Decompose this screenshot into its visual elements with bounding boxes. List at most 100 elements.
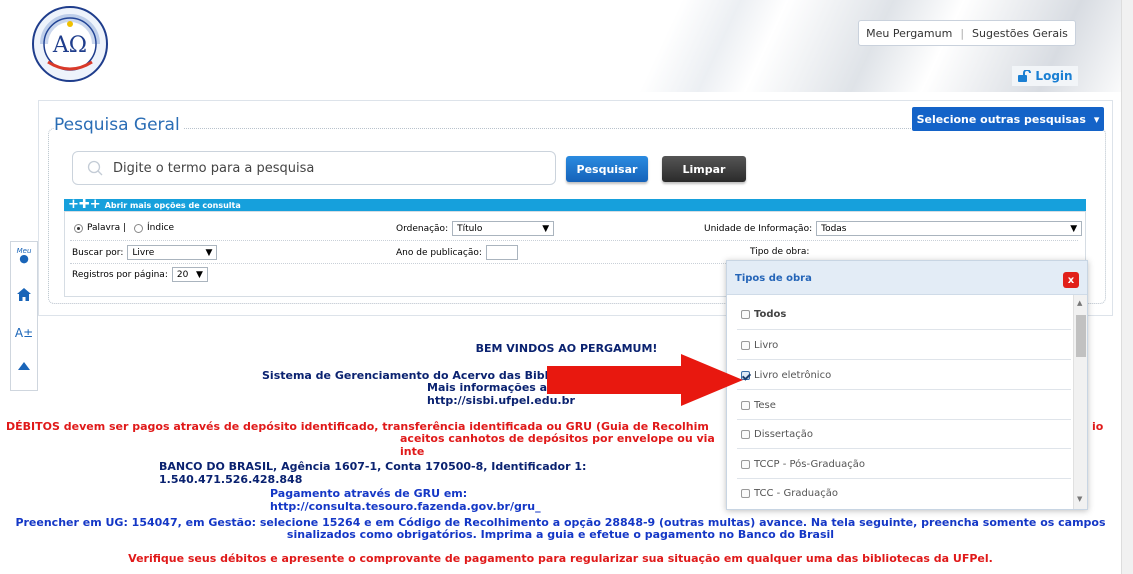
checkbox[interactable] [741,341,750,350]
pergamum-page: ΑΩ Meu Pergamum | Sugestões Gerais Login… [0,0,1133,574]
ordenacao-field: Ordenação: Título ▼ [396,221,555,236]
popup-title: Tipos de obra [735,273,812,284]
unidade-select[interactable]: Todas ▼ [816,221,1083,236]
checkbox[interactable] [741,489,750,498]
meu-pergamum-shortcut[interactable]: Meu ● [11,248,37,265]
divider [737,419,1071,420]
chevron-down-icon: ▾ [1093,112,1100,126]
registros-select[interactable]: 20 ▼ [171,267,208,282]
login-button[interactable]: Login [1012,66,1078,86]
item-label: Dissertação [754,429,813,440]
caret-up-icon [18,362,30,370]
meu-pergamum-link[interactable]: Meu Pergamum [866,27,952,40]
scroll-up-icon[interactable]: ▲ [1077,299,1082,307]
close-button[interactable]: x [1063,272,1079,288]
nav-separator: | [960,26,965,40]
buscar-select[interactable]: Livre ▼ [127,245,218,260]
palavra-label: Palavra | [87,223,126,233]
ordenacao-select[interactable]: Título ▼ [452,221,555,236]
font-size-button[interactable]: A± [11,326,37,340]
list-item-livro-eletronico[interactable]: Livro eletrônico [741,370,831,381]
plus-icon: +✚+ [68,197,101,212]
list-item-livro[interactable]: Livro [741,340,778,351]
search-icon [87,160,103,176]
list-item-dissertacao[interactable]: Dissertação [741,429,813,440]
debitos-text-1-end: io [1092,420,1104,433]
checkbox[interactable] [741,460,750,469]
registros-label: Registros por página: [72,269,168,280]
radio-palavra[interactable] [74,223,83,233]
svg-text:ΑΩ: ΑΩ [52,33,87,58]
home-button[interactable] [11,288,37,301]
buscar-value: Livre [132,247,155,258]
tipo-field: Tipo de obra: [750,247,809,257]
ordenacao-value: Título [457,223,483,234]
radio-indice[interactable] [134,223,143,233]
debitos-text-2: aceitos canhotos de depósitos por envelo… [400,432,715,458]
search-input[interactable]: Digite o termo para a pesquisa [72,151,556,185]
tipos-obra-popup: Tipos de obra x Todos Livro Livro eletrô… [726,260,1088,510]
user-icon: ● [19,252,29,265]
banco-text: BANCO DO BRASIL, Agência 1607-1, Conta 1… [159,460,587,486]
buscar-field: Buscar por: Livre ▼ [72,245,218,260]
chevron-down-icon: ▼ [195,269,203,280]
more-options-label: Abrir mais opções de consulta [104,200,241,210]
divider [70,240,1078,241]
item-label: Todos [754,309,787,320]
ano-field: Ano de publicação: [396,245,518,260]
buscar-label: Buscar por: [72,247,124,258]
unidade-label: Unidade de Informação: [704,223,813,234]
login-label: Login [1035,69,1073,83]
list-item-todos[interactable]: Todos [741,309,786,320]
list-item-tccp[interactable]: TCCP - Pós-Graduação [741,459,865,470]
list-item-tcc[interactable]: TCC - Graduação [741,488,838,499]
gru-text: Pagamento através de GRU em: http://cons… [270,487,541,513]
popup-scrollbar[interactable]: ▲ ▼ [1073,295,1087,509]
chevron-down-icon: ▼ [1070,223,1078,234]
red-arrow-annotation [547,354,743,406]
left-toolbar: Meu ● A± [10,241,38,391]
registros-value: 20 [176,269,189,280]
item-label: Tese [754,400,776,411]
checkbox[interactable] [741,310,750,319]
scroll-thumb[interactable] [1076,315,1086,357]
search-mode-group: Palavra | Índice [74,223,174,233]
page-title: Pesquisa Geral [54,115,184,135]
item-label: Livro eletrônico [754,370,832,381]
search-placeholder: Digite o termo para a pesquisa [113,160,315,176]
search-button[interactable]: Pesquisar [566,156,648,182]
list-item-tese[interactable]: Tese [741,400,776,411]
popup-header: Tipos de obra x [727,261,1087,295]
registros-field: Registros por página: 20 ▼ [72,267,208,282]
checkbox[interactable] [741,430,750,439]
top-nav: Meu Pergamum | Sugestões Gerais [858,20,1076,46]
ordenacao-label: Ordenação: [396,223,449,234]
tipos-obra-list: Todos Livro Livro eletrônico Tese Disser… [727,295,1073,511]
verifique-text: Verifique seus débitos e apresente o com… [128,552,993,565]
more-options-toggle[interactable]: +✚+ Abrir mais opções de consulta [64,197,1086,212]
item-label: TCC - Graduação [754,488,838,499]
page-scrollbar[interactable] [1121,0,1133,574]
divider [737,389,1071,390]
scroll-down-icon[interactable]: ▼ [1077,495,1082,503]
ano-input[interactable] [485,245,518,260]
other-searches-dropdown[interactable]: Selecione outras pesquisas ▾ [912,107,1104,131]
clear-button[interactable]: Limpar [662,156,746,182]
unidade-value: Todas [821,223,847,234]
ano-label: Ano de publicação: [396,247,482,258]
sugestoes-gerais-link[interactable]: Sugestões Gerais [972,27,1068,40]
home-icon [17,288,31,301]
chevron-down-icon: ▼ [542,223,550,234]
unidade-field: Unidade de Informação: Todas ▼ [704,221,1083,236]
tipo-label: Tipo de obra: [750,247,810,257]
indice-label: Índice [147,223,175,233]
item-label: Livro [754,340,779,351]
preencher-text-2: sinalizados como obrigatórios. Imprima a… [286,528,835,541]
font-size-icon: A± [14,326,34,340]
divider [737,478,1071,479]
divider [737,359,1071,360]
other-searches-label: Selecione outras pesquisas [916,112,1086,126]
scroll-top-button[interactable] [11,362,37,370]
divider [737,448,1071,449]
unlock-icon [1018,70,1032,82]
